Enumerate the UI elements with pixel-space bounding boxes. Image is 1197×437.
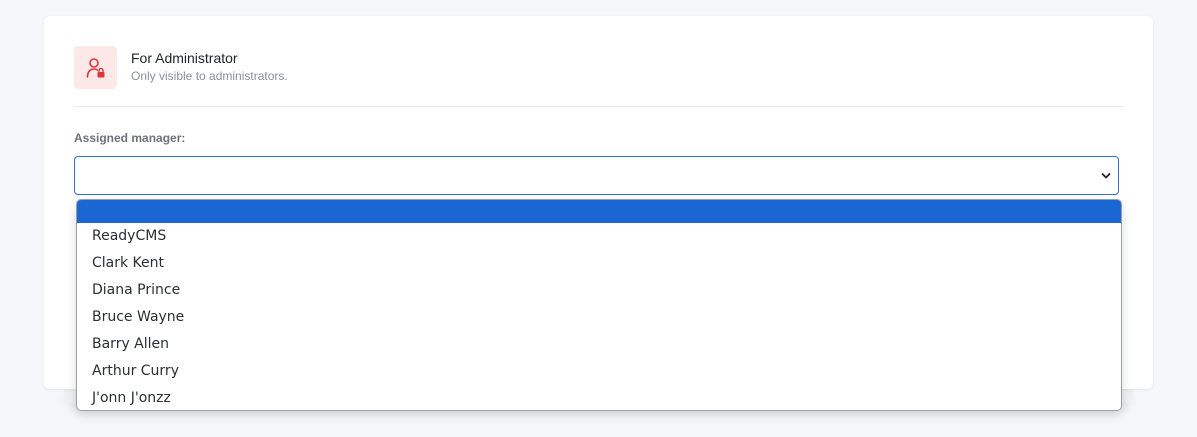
chevron-down-icon xyxy=(1101,173,1111,179)
assigned-manager-select[interactable] xyxy=(74,156,1119,195)
dropdown-option[interactable]: Arthur Curry xyxy=(77,358,1121,385)
section-subtitle: Only visible to administrators. xyxy=(131,69,288,83)
dropdown-option[interactable]: ReadyCMS xyxy=(77,223,1121,250)
section-header: For Administrator Only visible to admini… xyxy=(74,46,1124,107)
dropdown-option[interactable] xyxy=(77,200,1121,223)
dropdown-option[interactable]: J'onn J'onzz xyxy=(77,385,1121,410)
dropdown-option[interactable]: Bruce Wayne xyxy=(77,304,1121,331)
dropdown-option[interactable]: Diana Prince xyxy=(77,277,1121,304)
dropdown-option[interactable]: Clark Kent xyxy=(77,250,1121,277)
dropdown-option[interactable]: Barry Allen xyxy=(77,331,1121,358)
assigned-manager-options: ReadyCMS Clark Kent Diana Prince Bruce Wayn… xyxy=(76,199,1122,411)
section-title: For Administrator xyxy=(131,50,238,66)
user-lock-icon xyxy=(74,46,117,89)
assigned-manager-label: Assigned manager: xyxy=(74,131,186,145)
